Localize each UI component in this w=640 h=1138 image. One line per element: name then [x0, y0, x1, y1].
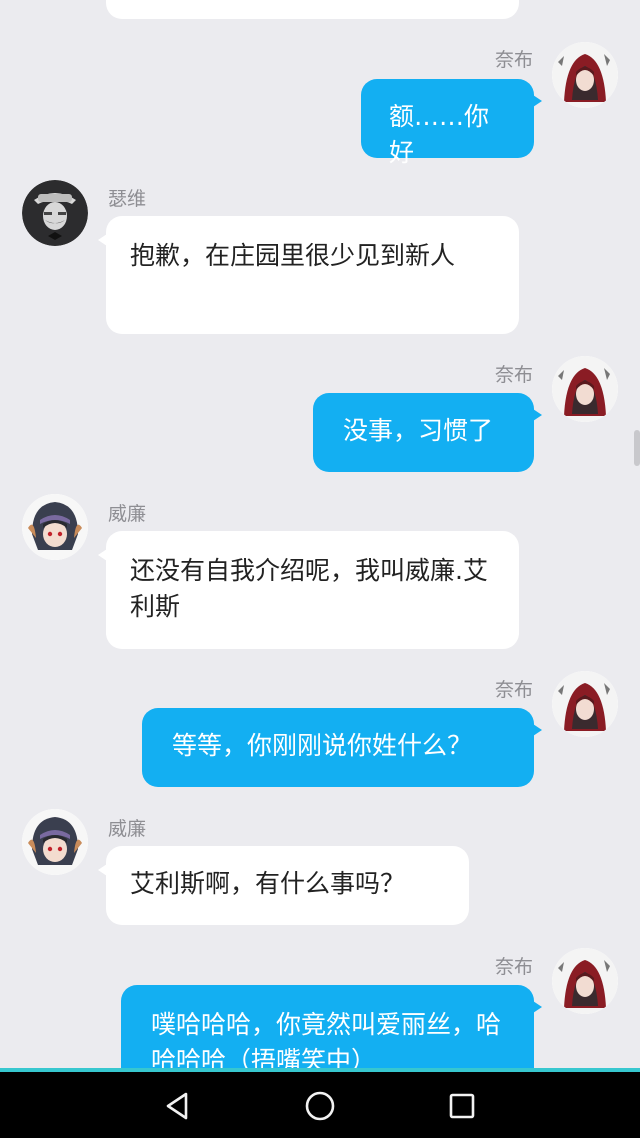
back-button[interactable] [158, 1086, 198, 1126]
sender-name: 威廉 [108, 818, 147, 840]
navigation-bar [0, 1068, 640, 1138]
hooded-red-avatar-icon [552, 356, 618, 422]
message-bubble-incoming[interactable]: 艾利斯啊，有什么事吗？ [98, 846, 469, 925]
message-text: 没事，习惯了 [343, 416, 494, 445]
hooded-red-avatar-icon [552, 671, 618, 737]
helmet-avatar-icon [22, 494, 88, 560]
message-bubble-outgoing[interactable]: 额……你好 [361, 79, 542, 167]
scrollbar-thumb[interactable] [634, 430, 640, 466]
helmet-avatar-icon [22, 809, 88, 875]
message-text: 还没有自我介绍呢，我叫威廉.艾利斯 [130, 556, 488, 621]
sender-name: 威廉 [108, 503, 147, 525]
avatar-nabu[interactable] [552, 948, 618, 1014]
avatar-servet[interactable] [22, 180, 88, 246]
recents-square-icon [449, 1093, 475, 1119]
message-bubble-incoming[interactable] [98, 0, 519, 19]
avatar-william[interactable] [22, 809, 88, 875]
message-bubble-incoming[interactable]: 抱歉，在庄园里很少见到新人 [98, 216, 519, 334]
home-button[interactable] [300, 1086, 340, 1126]
home-circle-icon [305, 1091, 335, 1121]
sender-name: 奈布 [494, 364, 533, 386]
sender-name: 瑟维 [108, 188, 147, 210]
avatar-nabu[interactable] [552, 671, 618, 737]
message-text: 噗哈哈哈，你竟然叫爱丽丝，哈哈哈哈（捂嘴笑中） [151, 1010, 502, 1068]
chat-area[interactable]: 奈布 额……你好 瑟维 抱歉，在庄园里很少见到新人 奈布 没事，习惯了 威廉 还… [0, 0, 640, 1068]
message-text: 艾利斯啊，有什么事吗？ [130, 869, 406, 898]
recents-button[interactable] [442, 1086, 482, 1126]
avatar-nabu[interactable] [552, 42, 618, 108]
message-text: 额……你好 [389, 102, 490, 167]
sender-name: 奈布 [494, 49, 533, 71]
message-bubble-outgoing[interactable]: 等等，你刚刚说你姓什么？ [142, 708, 542, 787]
avatar-william[interactable] [22, 494, 88, 560]
message-bubble-incoming[interactable]: 还没有自我介绍呢，我叫威廉.艾利斯 [98, 531, 519, 649]
back-triangle-icon [166, 1092, 188, 1120]
message-bubble-outgoing[interactable]: 没事，习惯了 [313, 393, 542, 472]
avatar-nabu[interactable] [552, 356, 618, 422]
hat-mustache-avatar-icon [22, 180, 88, 246]
sender-name: 奈布 [494, 679, 533, 701]
hooded-red-avatar-icon [552, 948, 618, 1014]
sender-name: 奈布 [494, 956, 533, 978]
message-bubble-outgoing[interactable]: 噗哈哈哈，你竟然叫爱丽丝，哈哈哈哈（捂嘴笑中） [121, 985, 542, 1068]
message-text: 抱歉，在庄园里很少见到新人 [130, 241, 456, 270]
message-text: 等等，你刚刚说你姓什么？ [172, 731, 473, 760]
hooded-red-avatar-icon [552, 42, 618, 108]
